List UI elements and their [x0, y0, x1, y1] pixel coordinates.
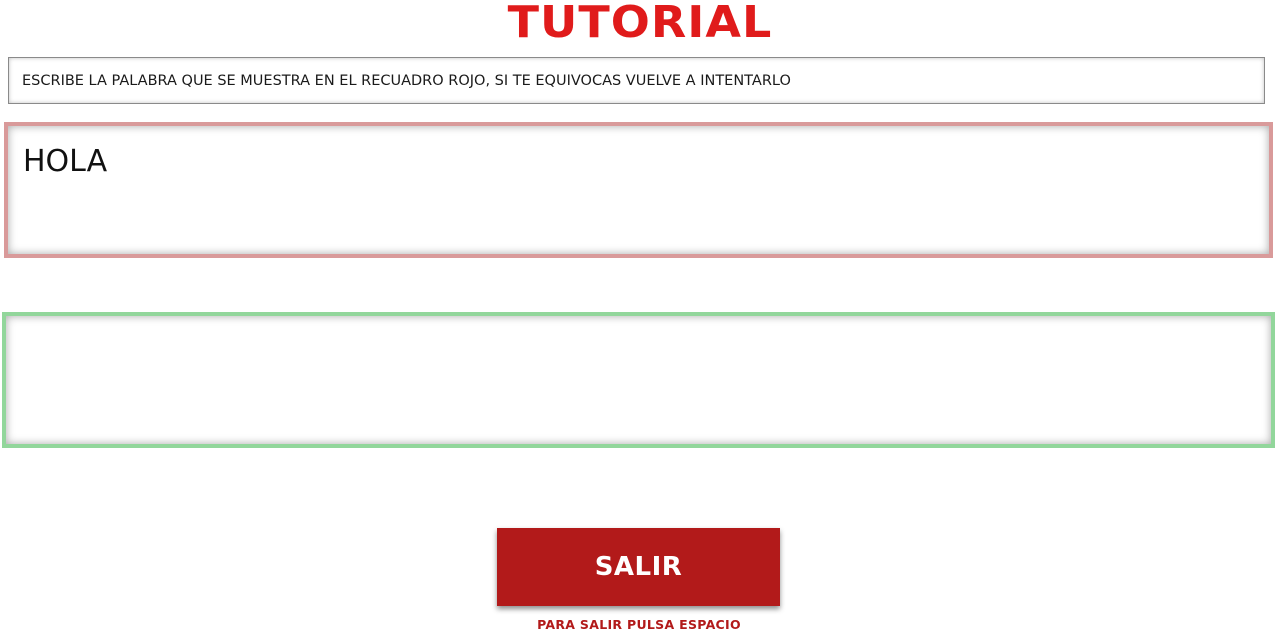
instructions-text: ESCRIBE LA PALABRA QUE SE MUESTRA EN EL …: [22, 72, 791, 89]
target-word: HOLA: [23, 144, 108, 179]
exit-button[interactable]: SALIR: [497, 528, 780, 606]
page-title: TUTORIAL: [507, 0, 773, 48]
tutorial-page: TUTORIAL ESCRIBE LA PALABRA QUE SE MUEST…: [0, 0, 1280, 634]
exit-button-label: SALIR: [594, 552, 683, 582]
exit-hint: PARA SALIR PULSA ESPACIO: [537, 617, 741, 632]
target-word-box: HOLA: [4, 122, 1273, 258]
instructions-box: ESCRIBE LA PALABRA QUE SE MUESTRA EN EL …: [8, 57, 1265, 104]
answer-input[interactable]: [2, 312, 1275, 448]
